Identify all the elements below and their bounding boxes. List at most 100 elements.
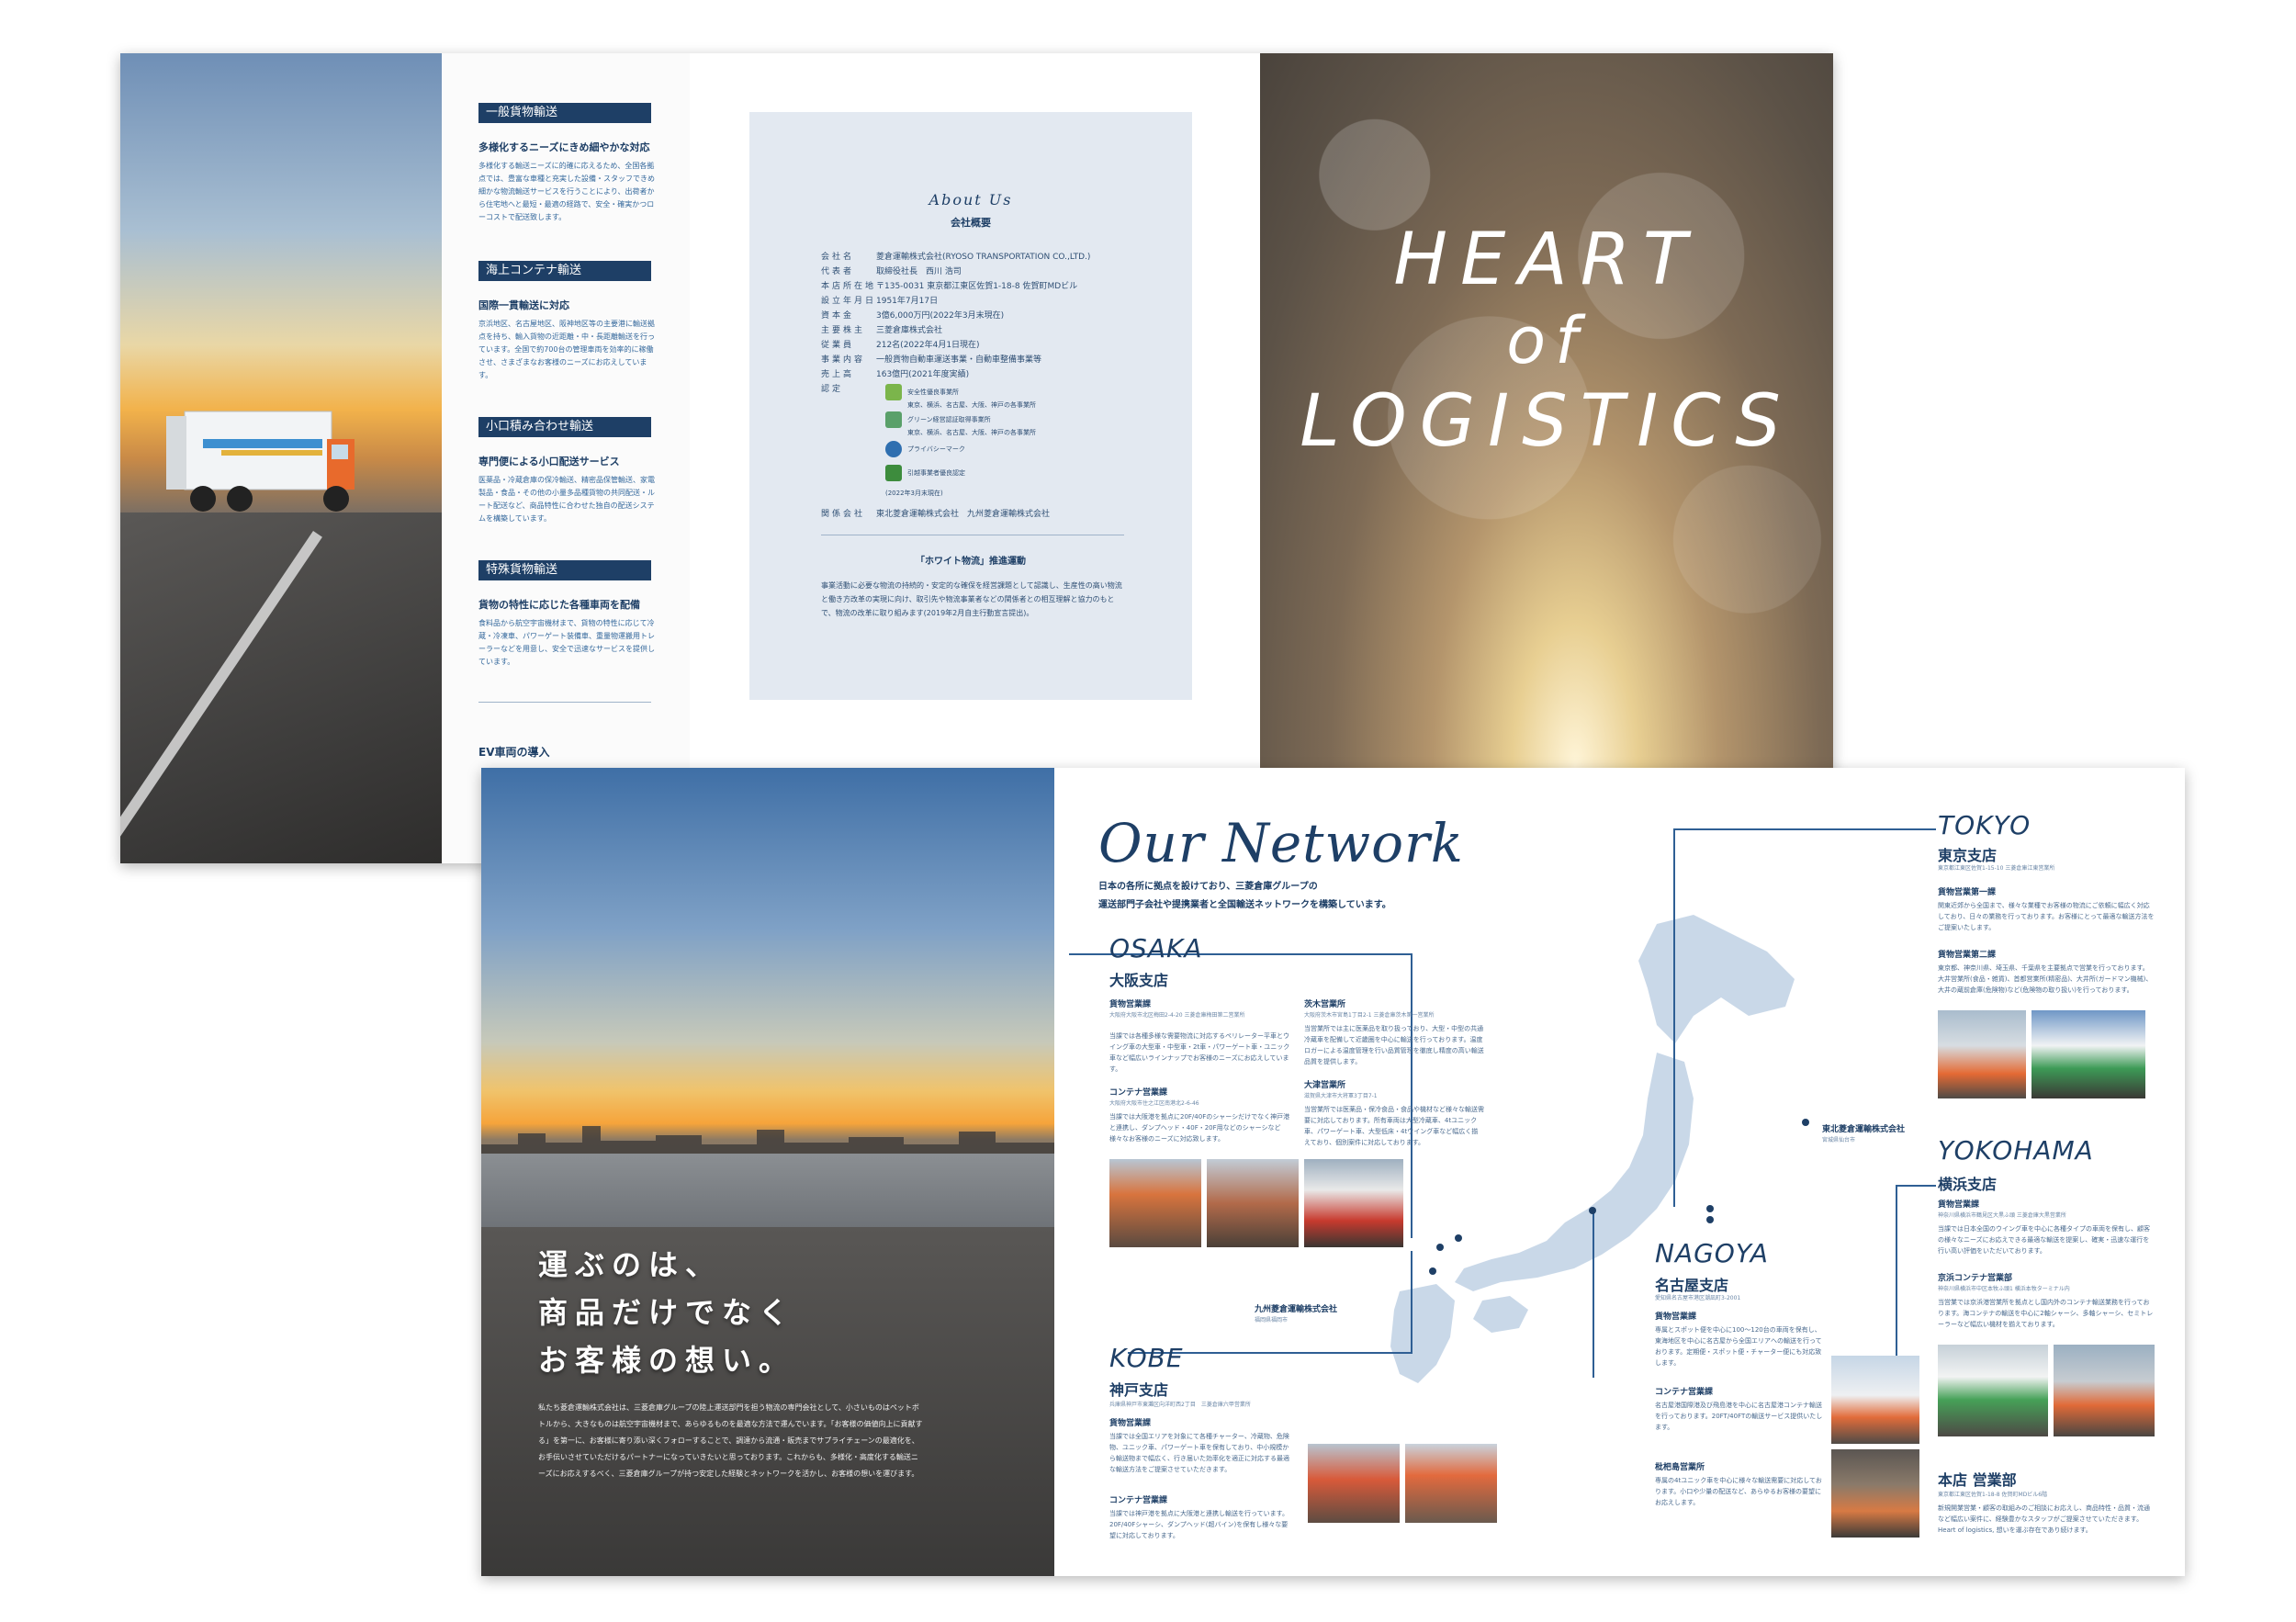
service-heading: 小口積み合わせ輸送 [478,417,651,437]
branch-address: 愛知県名古屋市港区潮凪町3-2001 [1655,1295,1741,1301]
brochure-top-spread: 一般貨物輸送 多様化するニーズにきめ細やかな対応 多様化する輸送ニーズに的確に応… [120,53,1833,863]
map-pin-nagoya [1589,1207,1596,1214]
dept-text: 当課では各種多様な需要物流に対応するペリレーター平車とウイング車の大型車・中型車… [1109,1032,1290,1073]
cert-item: プライバシーマーク [885,441,965,457]
dept-name: コンテナ営業課 [1109,1088,1168,1098]
city-nagoya: NAGOYA [1655,1238,1769,1268]
dept-text: 関東近郊から全国まで、様々な業種でお客様の物流にご依頼に幅広く対応しており、日々… [1938,902,2155,931]
dept-name: 貨物営業第二課 [1938,951,1997,960]
service-body: 医薬品・冷蔵倉庫の保冷輸送、精密品保管輸送、家電製品・食品・その他の小量多品種貨… [478,476,655,523]
cover-title-line2: of [1506,303,1587,378]
divider [478,702,651,703]
map-pin-kobe [1436,1244,1444,1251]
green-management-icon [885,411,902,428]
map-pin-tokyo [1706,1205,1714,1212]
profile-row: 事業内容 一般貨物自動車運送事業・自動車整備事業等 [821,355,1042,365]
city-tokyo: TOKYO [1938,810,2032,840]
dept-text: 専属の4tユニック車を中心に様々な輸送需要に対応しております。小口や少量の配送な… [1655,1477,1822,1506]
dept-address: 神奈川県横浜市中区本牧ふ頭1 横浜本牧ターミナル内 [1938,1286,2070,1292]
dept-address: 大阪府大阪市住之江区南港北2-6-46 [1109,1100,1199,1107]
city-yokohama: YOKOHAMA [1938,1135,2094,1166]
dept-text: 当課では神戸港を拠点に大阪港と連携し輸送を行っています。20F/40Fシャーシ、… [1109,1510,1289,1539]
certification-mark-icon [885,384,902,400]
about-subtitle: 会社概要 [951,217,991,229]
city-osaka: OSAKA [1109,933,1203,963]
cert-date: (2022年3月末現在) [885,490,943,497]
branch-honten: 本店 営業部 [1938,1471,2017,1489]
catchcopy-line3: お客様の想い。 [538,1343,796,1378]
dept-name: コンテナ営業課 [1109,1496,1168,1505]
map-pin-yokohama [1706,1216,1714,1223]
dept-text: 当課では日本全国のウイング車を中心に各種タイプの車両を保有し、顧客の様々なニーズ… [1938,1225,2150,1255]
truck-photo [1109,1159,1201,1247]
dept-name: 貨物営業課 [1109,1419,1152,1428]
dept-name: 貨物営業第一課 [1938,888,1997,897]
map-pin-kyushu [1429,1267,1436,1275]
dept-text: 当営業所では主に医薬品を取り扱っており、大型・中型の共通冷蔵車を配備して近畿圏を… [1304,1025,1484,1065]
dept-name: 貨物営業課 [1109,1000,1152,1009]
service-heading: 海上コンテナ輸送 [478,261,651,281]
dept-name: 茨木営業所 [1304,1000,1346,1009]
dept-name: 京浜コンテナ営業部 [1938,1274,2013,1283]
city-kobe: KOBE [1109,1343,1184,1373]
leader-line [1896,1185,1897,1359]
branch-tokyo: 東京支店 [1938,847,1998,864]
dept-text: 東京都、神奈川県、埼玉県、千葉県を主要拠点で営業を行っております。大井営業所(食… [1938,964,2153,994]
truck-fleet-photo [1308,1444,1400,1523]
profile-row: 従業員 212名(2022年4月1日現在) [821,341,980,350]
dept-address: 大阪府大阪市北区梅田2-4-20 三菱倉庫梅田第二営業所 [1109,1012,1245,1019]
leader-line [1593,1212,1594,1378]
service-heading: 一般貨物輸送 [478,103,651,123]
profile-row: 主要株主 三菱倉庫株式会社 [821,326,943,335]
dept-text: 当営業では京浜港営業所を拠点とし国内外のコンテナ輸送業務を行っております。海コン… [1938,1299,2154,1328]
delivery-truck-image [166,411,355,512]
profile-row-affiliates: 関係会社 東北菱倉運輸株式会社 九州菱倉運輸株式会社 [821,510,1051,519]
kyushu-address: 福岡県福岡市 [1255,1317,1289,1324]
brochure-bottom-spread: 運ぶのは、 商品だけでなく お客様の想い。 私たち菱倉運輸株式会社は、三菱倉庫グ… [481,768,2185,1576]
dept-address: 滋賀県大津市大将軍3丁目7-1 [1304,1093,1378,1099]
catchcopy-line1: 運ぶのは、 [538,1247,723,1282]
services-column: 一般貨物輸送 多様化するニーズにきめ細やかな対応 多様化する輸送ニーズに的確に応… [442,53,690,863]
privacy-mark-icon [885,441,902,457]
dept-name: 貨物営業課 [1655,1312,1697,1322]
truck-fleet-photo [1405,1444,1497,1523]
leader-line [1896,1185,1936,1187]
service-subtitle: 専門便による小口配送サービス [478,456,620,467]
cert-item: 引越事業者優良認定 [885,465,965,481]
truck-photo [1831,1356,1919,1444]
leader-line [1673,828,1936,830]
profile-row: 会社名 菱倉運輸株式会社(RYOSO TRANSPORTATION CO.,LTD… [821,253,1091,262]
cover-title-line3: LOGISTICS [1300,380,1794,463]
road-surface [120,513,442,863]
branch-address: 東京都江東区佐賀1-15-10 三菱倉庫江東営業所 [1938,865,2055,872]
dept-name: コンテナ営業課 [1655,1388,1714,1397]
profile-row: 認定 [821,385,844,394]
kyushu-subsidiary: 九州菱倉運輸株式会社 [1255,1305,1338,1314]
white-logistics-title: 「ホワイト物流」推進運動 [916,557,1026,567]
truck-photo [1938,1010,2026,1098]
catchcopy-line2: 商品だけでなく [538,1295,796,1330]
service-body: 京浜地区、名古屋地区、阪神地区等の主要港に輸送拠点を持ち、輸入貨物の近距離・中・… [478,320,655,379]
moving-certified-icon [885,465,902,481]
tohoku-address: 宮城県仙台市 [1822,1137,1856,1143]
profile-row: 資本金 3億6,000万円(2022年3月末現在) [821,311,1005,321]
dept-address: 大阪府茨木市宮島1丁目2-1 三菱倉庫茨木第一営業所 [1304,1012,1435,1019]
container-yard-photo [1207,1159,1299,1247]
dept-text: 当課では大阪港を拠点に20F/40Fのシャーシだけでなく神戸港と連携し、ダンプヘ… [1109,1113,1290,1143]
warehouse-photo [1831,1449,1919,1538]
truck-photo [1938,1345,2048,1436]
cert-item: グリーン経営認証取得事業所 東京、横浜、名古屋、大阪、神戸の各事業所 [885,411,1036,437]
dept-name: 貨物営業課 [1938,1200,1980,1210]
truck-photo [2032,1010,2145,1098]
dept-text: 当営業所では医薬品・保冷食品・食品や機材など様々な輸送需要に対応しております。所… [1304,1106,1484,1146]
dept-text: 新規開業営業・顧客の取組みのご相談にお応えし、商品特性・品質・流通など幅広い案件… [1938,1504,2150,1534]
profile-row: 本店所在地〒135-0031 東京都江東区佐賀1-18-8 佐賀町MDビル [821,282,1078,291]
branch-osaka: 大阪支店 [1109,972,1169,989]
truck-photo [1304,1159,1403,1247]
service-heading: 特殊貨物輸送 [478,560,651,580]
dept-address: 神奈川県横浜市鶴見区大黒ふ頭 三菱倉庫大黒営業所 [1938,1212,2066,1219]
truck-photo [2054,1345,2155,1436]
branch-address: 兵庫県神戸市東灘区向洋町西2丁目 三菱倉庫六甲営業所 [1109,1402,1251,1408]
branch-nagoya: 名古屋支店 [1655,1277,1729,1294]
profile-row: 売上高 163億円(2021年度実績) [821,370,970,379]
